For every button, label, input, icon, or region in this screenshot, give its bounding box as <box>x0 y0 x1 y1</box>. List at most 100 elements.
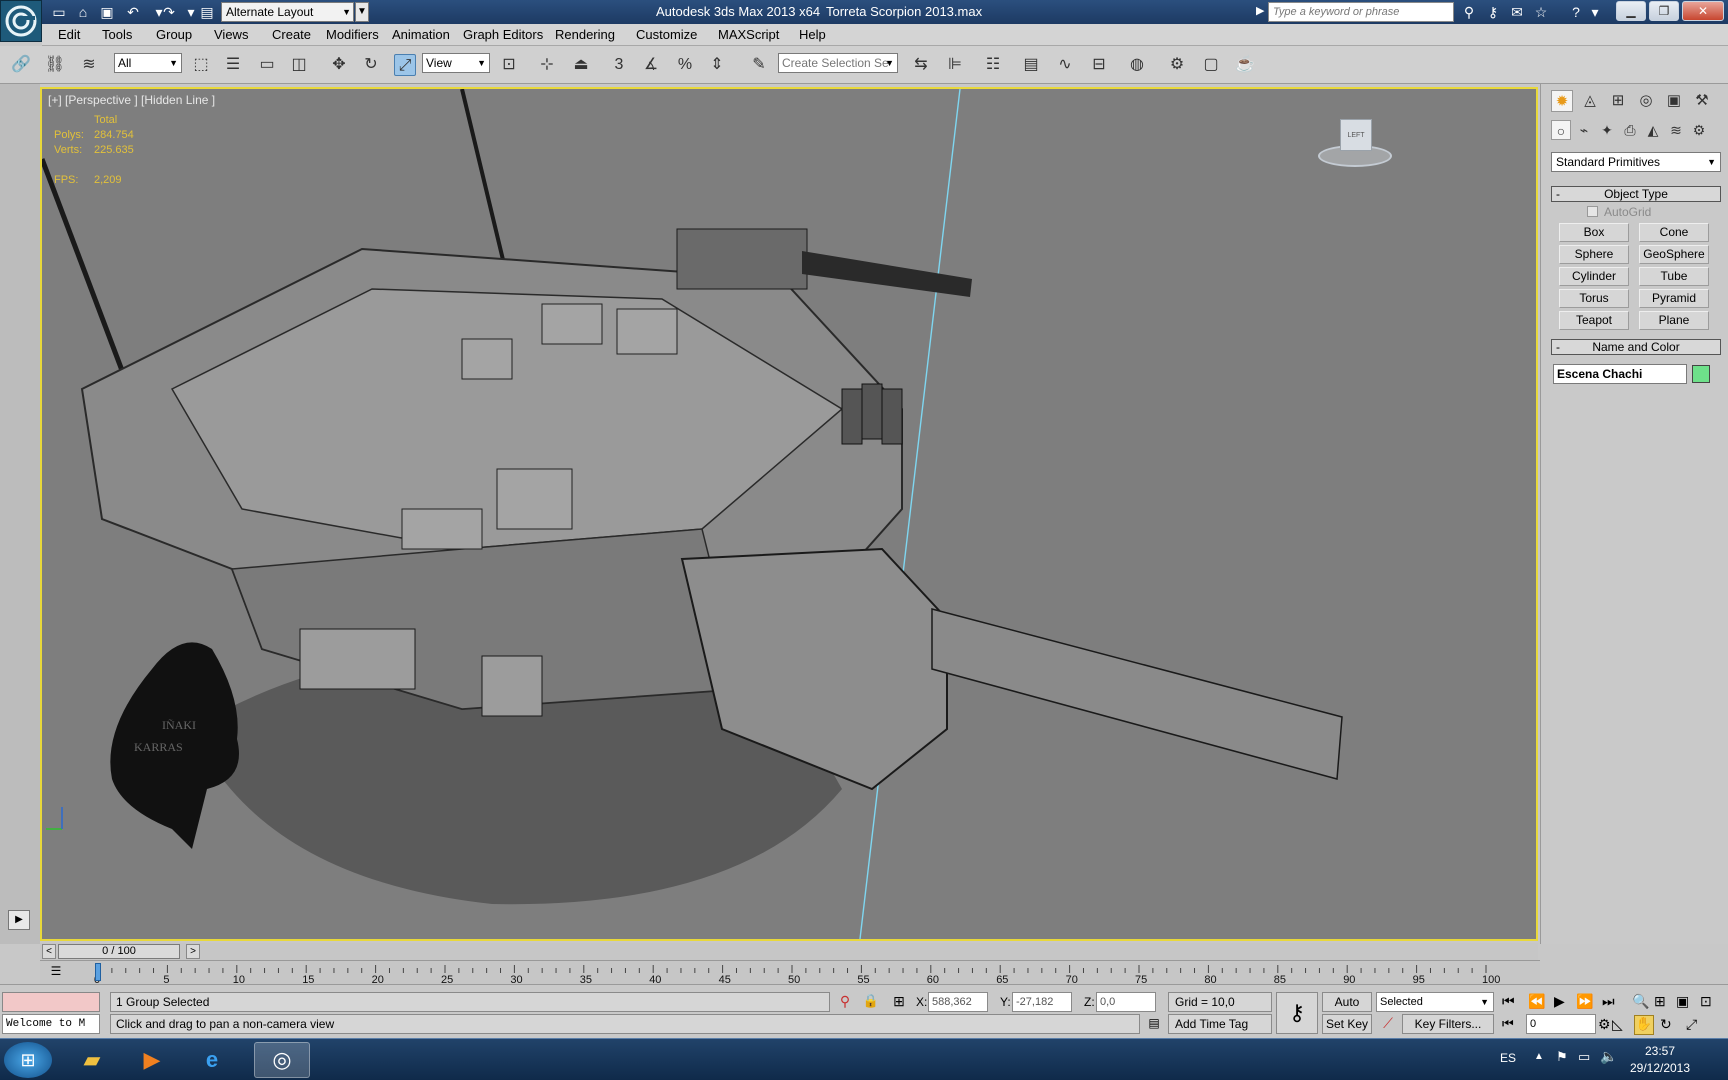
selection-filter-dropdown[interactable]: All ▼ <box>114 53 182 73</box>
close-button[interactable]: ✕ <box>1682 1 1724 21</box>
auto-key-button[interactable]: Auto Key <box>1322 992 1372 1027</box>
zoom-extents-all-icon[interactable]: ⊡ <box>1700 993 1712 1010</box>
utilities-tab-hammer-icon[interactable]: ⚒ <box>1691 90 1713 112</box>
curve-editor-icon[interactable]: ∿ <box>1054 54 1076 76</box>
sphere-button[interactable]: Sphere <box>1559 245 1629 264</box>
volume-icon[interactable]: 🔈 <box>1600 1048 1617 1065</box>
select-object-icon[interactable]: ⬚ <box>190 54 212 76</box>
bind-to-space-warp-icon[interactable]: ≋ <box>78 54 100 76</box>
systems-icon[interactable]: ⚙ <box>1689 120 1709 140</box>
cylinder-button[interactable]: Cylinder <box>1559 267 1629 286</box>
explorer-folder-icon[interactable]: ▰ <box>64 1042 120 1078</box>
plane-button[interactable]: Plane <box>1639 311 1709 330</box>
cone-button[interactable]: Cone <box>1639 223 1709 242</box>
viewport-layout-play-icon[interactable]: ▶ <box>8 910 30 930</box>
mirror-icon[interactable]: ⇆ <box>910 54 932 76</box>
maxscript-mini-listener[interactable]: Welcome to M <box>2 1014 100 1034</box>
maximize-viewport-icon[interactable]: ⤢ <box>1686 1016 1697 1033</box>
key-filters-button[interactable]: Key Filters... <box>1402 1014 1494 1034</box>
name-and-color-rollout[interactable]: - Name and Color <box>1551 339 1721 355</box>
time-slider-thumb[interactable]: 0 / 100 <box>58 944 180 959</box>
motion-tab-icon[interactable]: ◎ <box>1635 90 1657 112</box>
zoom-icon[interactable]: 🔍 <box>1632 993 1649 1010</box>
internet-explorer-icon[interactable]: e <box>184 1042 240 1078</box>
percent-snap-icon[interactable]: % <box>674 54 696 76</box>
menu-modifiers[interactable]: Modifiers <box>326 27 379 42</box>
tube-button[interactable]: Tube <box>1639 267 1709 286</box>
menu-maxscript[interactable]: MAXScript <box>718 27 779 42</box>
align-icon[interactable]: ⊫ <box>944 54 966 76</box>
clock-time[interactable]: 23:57 <box>1620 1044 1700 1058</box>
favorites-star-icon[interactable]: ☆ <box>1532 3 1550 21</box>
edit-named-selection-icon[interactable]: ✎ <box>748 54 770 76</box>
track-bar[interactable]: ☰ 05101520253035404550556065707580859095… <box>40 960 1540 986</box>
pivot-center-icon[interactable]: ⊡ <box>498 54 520 76</box>
geosphere-button[interactable]: GeoSphere <box>1639 245 1709 264</box>
select-by-name-icon[interactable]: ☰ <box>222 54 244 76</box>
field-of-view-icon[interactable]: ◺ <box>1612 1016 1623 1033</box>
snaps-toggle-icon[interactable]: 3 <box>608 54 630 76</box>
previous-frame-icon[interactable]: ⏪ <box>1528 993 1545 1010</box>
primitive-category-dropdown[interactable]: Standard Primitives ▼ <box>1551 152 1721 172</box>
menu-create[interactable]: Create <box>272 27 311 42</box>
play-icon[interactable]: ▶ <box>1554 993 1565 1010</box>
keyboard-shortcut-override-icon[interactable]: ⏏ <box>570 54 592 76</box>
menu-group[interactable]: Group <box>156 27 192 42</box>
time-configuration-icon[interactable]: ⚙ <box>1598 1016 1611 1033</box>
schematic-view-icon[interactable]: ⊟ <box>1088 54 1110 76</box>
language-indicator[interactable]: ES <box>1500 1051 1516 1065</box>
space-warps-icon[interactable]: ≋ <box>1666 120 1686 140</box>
menu-tools[interactable]: Tools <box>102 27 132 42</box>
object-type-rollout[interactable]: - Object Type <box>1551 186 1721 202</box>
search-expand-icon[interactable]: ▶ <box>1256 4 1264 17</box>
box-button[interactable]: Box <box>1559 223 1629 242</box>
time-slider[interactable]: < 0 / 100 > <box>40 943 1538 960</box>
start-button[interactable]: ⊞ <box>4 1042 52 1078</box>
autogrid-checkbox[interactable]: AutoGrid <box>1587 205 1651 219</box>
select-and-rotate-icon[interactable]: ↻ <box>360 54 382 76</box>
menu-views[interactable]: Views <box>214 27 248 42</box>
helpers-icon[interactable]: ◭ <box>1643 120 1663 140</box>
new-file-icon[interactable]: ▭ <box>50 3 68 21</box>
quick-access-customize-button[interactable]: ▼ <box>355 2 369 22</box>
go-to-end-icon[interactable]: ⏭ <box>1602 993 1615 1010</box>
pan-view-hand-icon[interactable]: ✋ <box>1634 1015 1654 1035</box>
set-key-key-icon[interactable]: ⚷ <box>1276 992 1318 1034</box>
key-mode-dropdown[interactable]: Selected ▼ <box>1376 992 1494 1012</box>
unlink-selection-icon[interactable]: ⛓ <box>44 54 66 76</box>
menu-rendering[interactable]: Rendering <box>555 27 615 42</box>
menu-help[interactable]: Help <box>799 27 826 42</box>
create-tab-sun-icon[interactable]: ✹ <box>1551 90 1573 112</box>
open-file-icon[interactable]: ⌂ <box>74 3 92 21</box>
x-coordinate-field[interactable]: 588,362 <box>928 992 988 1012</box>
go-to-start-icon[interactable]: ⏮ <box>1502 993 1515 1010</box>
subscription-icon[interactable]: ⚷ <box>1484 3 1502 21</box>
app-logo-button[interactable] <box>0 0 42 42</box>
help-dropdown-icon[interactable]: ▾ <box>1586 3 1604 21</box>
layer-manager-icon[interactable]: ☷ <box>982 54 1004 76</box>
angle-snap-icon[interactable]: ∡ <box>640 54 662 76</box>
hierarchy-tab-icon[interactable]: ⊞ <box>1607 90 1629 112</box>
object-name-field[interactable]: Escena Chachi <box>1553 364 1687 384</box>
network-icon[interactable]: ▭ <box>1578 1049 1590 1065</box>
scene-explorer-icon[interactable]: ▤ <box>1020 54 1042 76</box>
zoom-all-icon[interactable]: ⊞ <box>1654 993 1666 1010</box>
show-hidden-icons-icon[interactable]: ▲ <box>1534 1051 1544 1062</box>
maxscript-mini-listener-pink[interactable] <box>2 992 100 1012</box>
menu-edit[interactable]: Edit <box>58 27 80 42</box>
project-folder-icon[interactable]: ▤ <box>198 3 216 21</box>
next-frame-icon[interactable]: ⏩ <box>1576 993 1593 1010</box>
menu-graph-editors[interactable]: Graph Editors <box>463 27 543 42</box>
zoom-extents-icon[interactable]: ▣ <box>1676 993 1689 1010</box>
default-tangent-icon[interactable]: ⟋ <box>1378 1015 1398 1033</box>
teapot-button[interactable]: Teapot <box>1559 311 1629 330</box>
isolate-selection-icon[interactable]: ⚲ <box>836 993 854 1011</box>
workspace-dropdown[interactable]: Alternate Layout ▼ <box>221 2 354 22</box>
next-frame-arrow-icon[interactable]: > <box>186 944 200 959</box>
select-and-move-icon[interactable]: ✥ <box>328 54 350 76</box>
object-color-swatch[interactable] <box>1692 365 1710 383</box>
viewcube[interactable]: LEFT <box>1318 115 1392 169</box>
select-and-manipulate-icon[interactable]: ⊹ <box>536 54 558 76</box>
display-tab-icon[interactable]: ▣ <box>1663 90 1685 112</box>
render-setup-icon[interactable]: ⚙ <box>1166 54 1188 76</box>
